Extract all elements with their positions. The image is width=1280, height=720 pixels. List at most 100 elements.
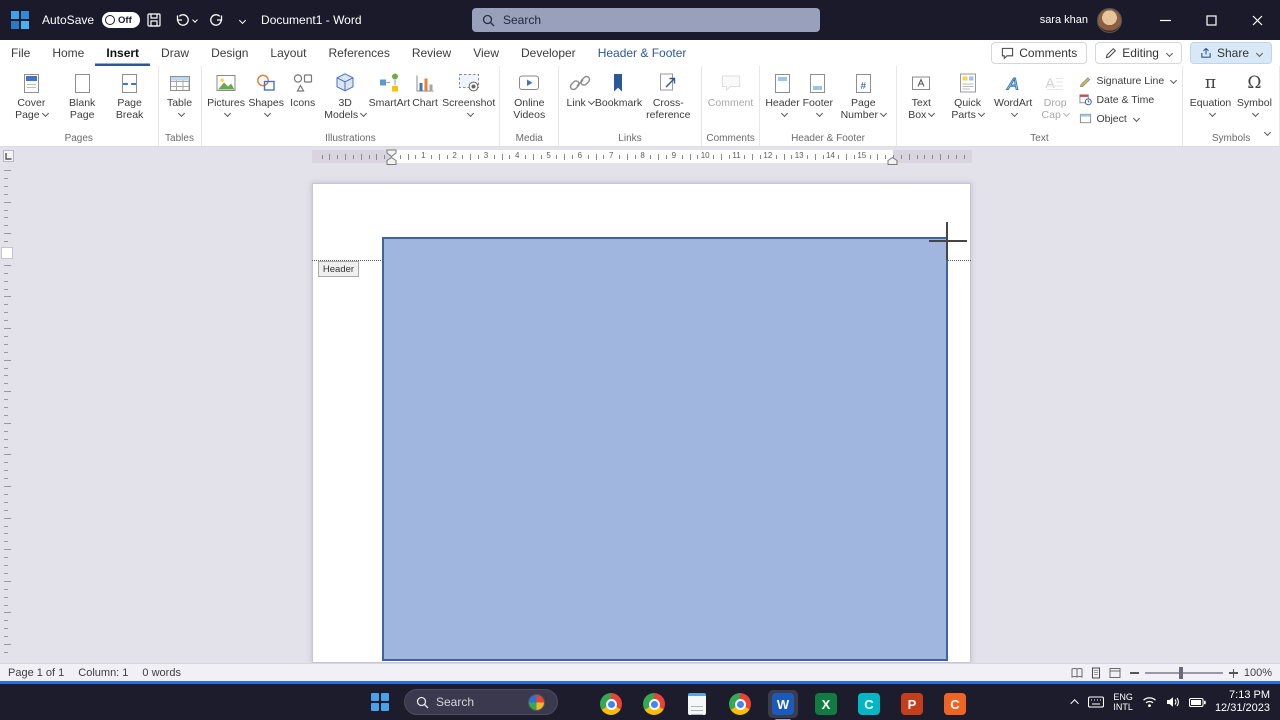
avatar[interactable] [1097, 7, 1122, 33]
collapse-ribbon-button[interactable] [1262, 124, 1272, 142]
autosave-toggle[interactable]: Off [102, 12, 141, 28]
date-time-button[interactable]: Date & Time [1079, 90, 1176, 109]
document-page[interactable]: Header [312, 183, 971, 663]
account-area[interactable]: sara khan [1040, 0, 1122, 40]
equation-button[interactable]: π Equation [1187, 68, 1234, 123]
link-button[interactable]: Link [563, 68, 597, 111]
app-launcher-icon[interactable] [11, 11, 29, 29]
group-label-comments: Comments [706, 133, 755, 144]
taskbar-app-c[interactable]: C [940, 690, 970, 718]
hanging-indent-marker[interactable] [386, 157, 397, 165]
hidden-icons-chevron[interactable] [1070, 699, 1080, 708]
cover-page-button[interactable]: Cover Page [4, 68, 59, 123]
zoom-out-button[interactable] [1129, 672, 1139, 674]
taskbar-search-input[interactable] [436, 695, 522, 709]
read-mode-icon[interactable] [1071, 667, 1083, 679]
tab-file[interactable]: File [0, 40, 41, 66]
redo-button[interactable] [203, 0, 231, 40]
taskbar-app-clipchamp[interactable]: C [854, 690, 884, 718]
screenshot-button[interactable]: Screenshot [442, 68, 495, 123]
shapes-button[interactable]: Shapes [247, 68, 286, 123]
smartart-button[interactable]: SmartArt [369, 68, 410, 111]
symbol-button[interactable]: Ω Symbol [1234, 68, 1275, 123]
page-indicator[interactable]: Page 1 of 1 [8, 667, 64, 679]
undo-dropdown-icon[interactable] [192, 17, 198, 23]
undo-button[interactable] [168, 0, 203, 40]
web-layout-icon[interactable] [1109, 667, 1121, 679]
wifi-icon[interactable] [1142, 696, 1157, 708]
tab-references[interactable]: References [317, 40, 400, 66]
search-input[interactable] [503, 13, 783, 27]
clock[interactable]: 7:13 PM 12/31/2023 [1215, 689, 1270, 715]
language-indicator[interactable]: ENG INTL [1113, 692, 1133, 712]
page-number-button[interactable]: Page Number [835, 68, 892, 123]
zoom-slider[interactable] [1144, 667, 1223, 679]
tab-view[interactable]: View [462, 40, 510, 66]
chrome-icon [600, 693, 622, 715]
cross-reference-button[interactable]: Cross-reference [640, 68, 697, 123]
column-indicator[interactable]: Column: 1 [78, 667, 128, 679]
tab-review[interactable]: Review [401, 40, 462, 66]
blank-page-button[interactable]: Blank Page [59, 68, 106, 123]
tab-layout[interactable]: Layout [259, 40, 317, 66]
horizontal-ruler[interactable]: 1 2 3 4 5 6 7 8 9 10 11 12 13 14 15 [312, 149, 972, 165]
tab-stop-selector[interactable] [3, 150, 14, 162]
quick-parts-button[interactable]: Quick Parts [942, 68, 994, 123]
3d-models-button[interactable]: 3D Models [320, 68, 371, 123]
taskbar-app-notepad[interactable] [682, 690, 712, 718]
zoom-slider-knob[interactable] [1179, 667, 1184, 679]
bookmark-button[interactable]: Bookmark [595, 68, 642, 111]
page-break-button[interactable]: Page Break [106, 68, 154, 123]
editing-button[interactable]: Editing [1095, 42, 1182, 64]
touch-keyboard-icon[interactable] [1088, 696, 1105, 708]
footer-button[interactable]: Footer [801, 68, 835, 123]
search-highlight-icon[interactable] [528, 693, 545, 711]
taskbar-search[interactable] [404, 689, 558, 715]
wordart-button[interactable]: A WordArt [993, 68, 1032, 123]
speaker-icon[interactable] [1166, 696, 1180, 708]
comments-button[interactable]: Comments [991, 42, 1088, 64]
icons-button[interactable]: Icons [286, 68, 320, 111]
word-count[interactable]: 0 words [142, 667, 181, 679]
date: 12/31/2023 [1214, 702, 1270, 714]
document-area[interactable]: Header [0, 166, 1280, 663]
start-button[interactable] [371, 693, 389, 711]
text-box-button[interactable]: Text Box [901, 68, 942, 123]
status-bar: Page 1 of 1 Column: 1 0 words 100% [0, 663, 1280, 681]
minimize-button[interactable] [1142, 0, 1188, 40]
symbol-icon: Ω [1247, 73, 1262, 93]
table-button[interactable]: Table [163, 68, 197, 123]
pictures-button[interactable]: Pictures [206, 68, 247, 123]
chart-button[interactable]: Chart [408, 68, 442, 111]
tab-header-footer[interactable]: Header & Footer [587, 40, 698, 66]
first-line-indent-marker[interactable] [386, 149, 397, 157]
taskbar-app-word[interactable]: W [768, 690, 798, 720]
print-layout-icon[interactable] [1090, 667, 1102, 679]
close-button[interactable] [1234, 0, 1280, 40]
taskbar-app-powerpoint[interactable]: P [897, 690, 927, 718]
vertical-ruler[interactable] [0, 166, 16, 663]
taskbar-app-excel[interactable]: X [811, 690, 841, 718]
tab-developer[interactable]: Developer [510, 40, 587, 66]
maximize-button[interactable] [1188, 0, 1234, 40]
tab-home[interactable]: Home [41, 40, 95, 66]
tab-insert[interactable]: Insert [95, 40, 150, 66]
battery-icon[interactable] [1188, 697, 1206, 708]
drawn-rectangle-shape[interactable] [382, 237, 948, 661]
share-button[interactable]: Share [1189, 42, 1272, 64]
tab-design[interactable]: Design [200, 40, 259, 66]
signature-line-button[interactable]: Signature Line [1079, 71, 1178, 90]
object-button[interactable]: Object [1079, 109, 1176, 128]
taskbar-app-chrome-2[interactable] [639, 690, 669, 718]
online-videos-button[interactable]: Online Videos [504, 68, 554, 123]
taskbar-app-chrome[interactable] [596, 690, 626, 718]
titlebar-search[interactable] [472, 8, 820, 32]
shapes-icon [254, 70, 278, 96]
tab-draw[interactable]: Draw [150, 40, 200, 66]
zoom-level[interactable]: 100% [1244, 667, 1272, 679]
save-button[interactable] [140, 0, 168, 40]
header-button[interactable]: Header [764, 68, 800, 123]
taskbar-app-chrome-3[interactable] [725, 690, 755, 718]
quick-access-dropdown[interactable] [231, 0, 251, 40]
zoom-in-button[interactable] [1228, 668, 1238, 678]
